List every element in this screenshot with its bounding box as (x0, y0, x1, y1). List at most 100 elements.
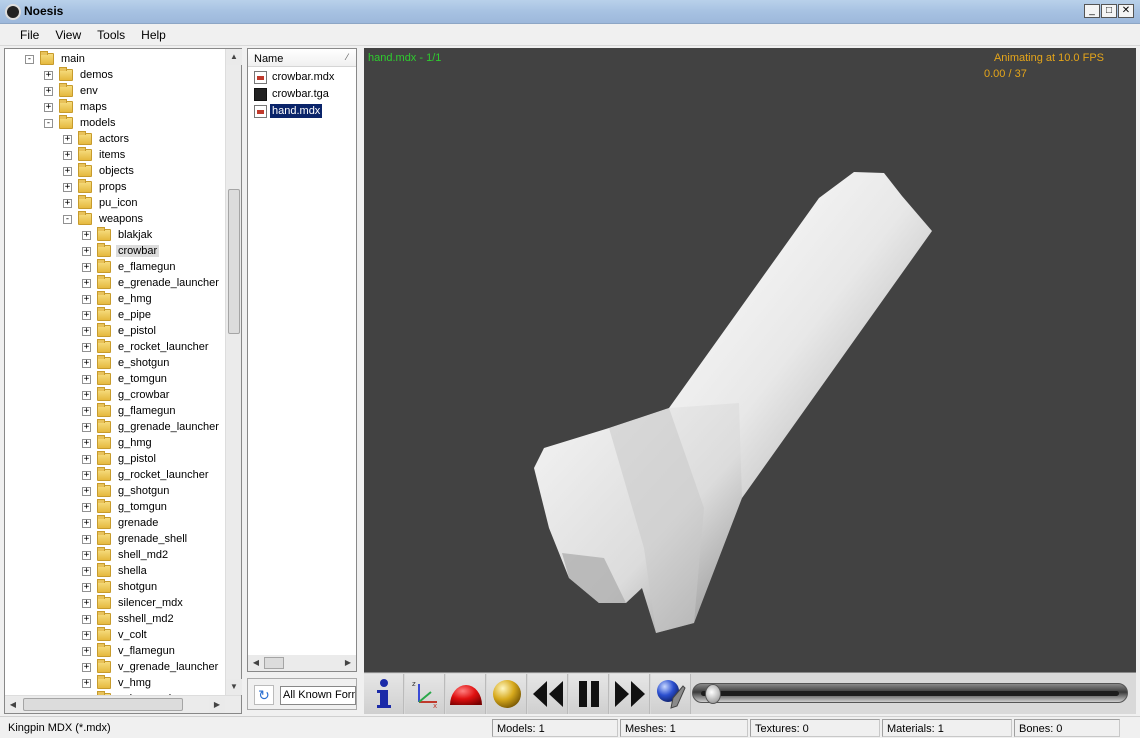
expand-icon[interactable]: + (82, 470, 91, 480)
tree-item[interactable]: + demos (44, 67, 115, 83)
expand-icon[interactable]: + (82, 326, 91, 336)
minimize-button[interactable]: _ (1084, 4, 1100, 18)
tree-item[interactable]: + sshell_md2 (82, 611, 176, 627)
expand-icon[interactable]: + (82, 598, 91, 608)
expand-icon[interactable]: + (82, 294, 91, 304)
scroll-right-arrow-icon[interactable]: ▶ (340, 655, 356, 671)
expand-icon[interactable]: + (82, 310, 91, 320)
expand-icon[interactable]: + (82, 374, 91, 384)
expand-icon[interactable]: + (82, 614, 91, 624)
menu-tools[interactable]: Tools (89, 28, 133, 42)
tree-item[interactable]: + g_pistol (82, 451, 158, 467)
axes-button[interactable]: z x (405, 674, 445, 714)
refresh-icon[interactable]: ↻ (254, 685, 274, 705)
expand-icon[interactable]: + (63, 198, 72, 208)
expand-icon[interactable]: + (82, 358, 91, 368)
expand-icon[interactable]: + (82, 646, 91, 656)
tree-item[interactable]: + shell_md2 (82, 547, 170, 563)
timeline-slider[interactable] (692, 683, 1128, 704)
tree-item[interactable]: + e_shotgun (82, 355, 171, 371)
expand-icon[interactable]: + (82, 518, 91, 528)
file-row[interactable]: crowbar.mdx (254, 69, 336, 85)
tree-item[interactable]: + e_tomgun (82, 371, 169, 387)
expand-icon[interactable]: + (82, 342, 91, 352)
tree-horizontal-scrollbar[interactable]: ◀ ▶ (5, 695, 241, 713)
expand-icon[interactable]: + (82, 454, 91, 464)
expand-icon[interactable]: + (63, 182, 72, 192)
tree-item[interactable]: + grenade_shell (82, 531, 189, 547)
file-list-horizontal-scrollbar[interactable]: ◀ ▶ (248, 655, 356, 671)
scroll-up-arrow-icon[interactable]: ▲ (226, 49, 242, 65)
expand-icon[interactable]: + (44, 70, 53, 80)
expand-icon[interactable]: + (82, 390, 91, 400)
expand-icon[interactable]: + (44, 86, 53, 96)
tool-button[interactable] (651, 674, 691, 714)
tree-item[interactable]: + items (63, 147, 127, 163)
tree-item[interactable]: + blakjak (82, 227, 154, 243)
expand-icon[interactable]: + (63, 150, 72, 160)
tree-item[interactable]: + shotgun (82, 579, 159, 595)
tree-item[interactable]: + e_pipe (82, 307, 153, 323)
tree-item[interactable]: + v_hmg (82, 675, 153, 691)
timeline-slider-knob[interactable] (705, 684, 721, 704)
tree-item[interactable]: + pu_icon (63, 195, 140, 211)
expand-icon[interactable]: + (63, 166, 72, 176)
tree-item[interactable]: + crowbar (82, 243, 160, 259)
expand-icon[interactable]: + (82, 438, 91, 448)
scroll-down-arrow-icon[interactable]: ▼ (226, 679, 242, 695)
collapse-icon[interactable]: - (63, 214, 72, 224)
tree-item[interactable]: + g_rocket_launcher (82, 467, 211, 483)
tree-item[interactable]: + props (63, 179, 129, 195)
expand-icon[interactable]: + (82, 486, 91, 496)
tree-item[interactable]: + maps (44, 99, 109, 115)
tree-item[interactable]: - main (25, 51, 87, 67)
scroll-left-arrow-icon[interactable]: ◀ (248, 655, 264, 671)
expand-icon[interactable]: + (44, 102, 53, 112)
tree-item[interactable]: + e_grenade_launcher (82, 275, 221, 291)
expand-icon[interactable]: + (82, 550, 91, 560)
file-row[interactable]: hand.mdx (254, 103, 324, 119)
expand-icon[interactable]: + (82, 406, 91, 416)
tree-item[interactable]: + g_flamegun (82, 403, 178, 419)
expand-icon[interactable]: + (82, 230, 91, 240)
tree-item[interactable]: + g_hmg (82, 435, 154, 451)
menu-help[interactable]: Help (133, 28, 174, 42)
lighting-toggle-button[interactable] (487, 674, 527, 714)
tree-item[interactable]: + g_grenade_launcher (82, 419, 221, 435)
tree-item[interactable]: + shella (82, 563, 149, 579)
expand-icon[interactable]: + (82, 246, 91, 256)
menu-file[interactable]: File (12, 28, 47, 42)
mesh-toggle-button[interactable] (446, 674, 486, 714)
scroll-right-arrow-icon[interactable]: ▶ (209, 697, 225, 713)
close-button[interactable]: ✕ (1118, 4, 1134, 18)
menu-view[interactable]: View (47, 28, 89, 42)
tree-item[interactable]: + g_tomgun (82, 499, 169, 515)
tree-item[interactable]: + grenade (82, 515, 160, 531)
format-filter-select[interactable]: All Known Formats (280, 686, 356, 705)
tree-item[interactable]: + e_rocket_launcher (82, 339, 211, 355)
pause-button[interactable] (569, 674, 609, 714)
tree-item[interactable]: + objects (63, 163, 136, 179)
tree-vertical-scrollbar[interactable]: ▲ ▼ (225, 49, 242, 695)
expand-icon[interactable]: + (82, 630, 91, 640)
expand-icon[interactable]: + (82, 678, 91, 688)
file-row[interactable]: crowbar.tga (254, 86, 331, 102)
info-button[interactable] (364, 674, 404, 714)
tree-item[interactable]: + e_pistol (82, 323, 158, 339)
collapse-icon[interactable]: - (25, 54, 34, 64)
tree-item[interactable]: + v_colt (82, 627, 149, 643)
tree-horizontal-scroll-thumb[interactable] (23, 698, 183, 711)
tree-item[interactable]: + env (44, 83, 100, 99)
expand-icon[interactable]: + (82, 566, 91, 576)
tree-item[interactable]: + e_flamegun (82, 259, 178, 275)
expand-icon[interactable]: + (82, 582, 91, 592)
fast-forward-button[interactable] (610, 674, 650, 714)
maximize-button[interactable]: □ (1101, 4, 1117, 18)
tree-item[interactable]: + actors (63, 131, 131, 147)
tree-item[interactable]: + g_crowbar (82, 387, 171, 403)
expand-icon[interactable]: + (82, 278, 91, 288)
tree-item[interactable]: + v_flamegun (82, 643, 177, 659)
expand-icon[interactable]: + (82, 422, 91, 432)
collapse-icon[interactable]: - (44, 118, 53, 128)
tree-item[interactable]: + silencer_mdx (82, 595, 185, 611)
